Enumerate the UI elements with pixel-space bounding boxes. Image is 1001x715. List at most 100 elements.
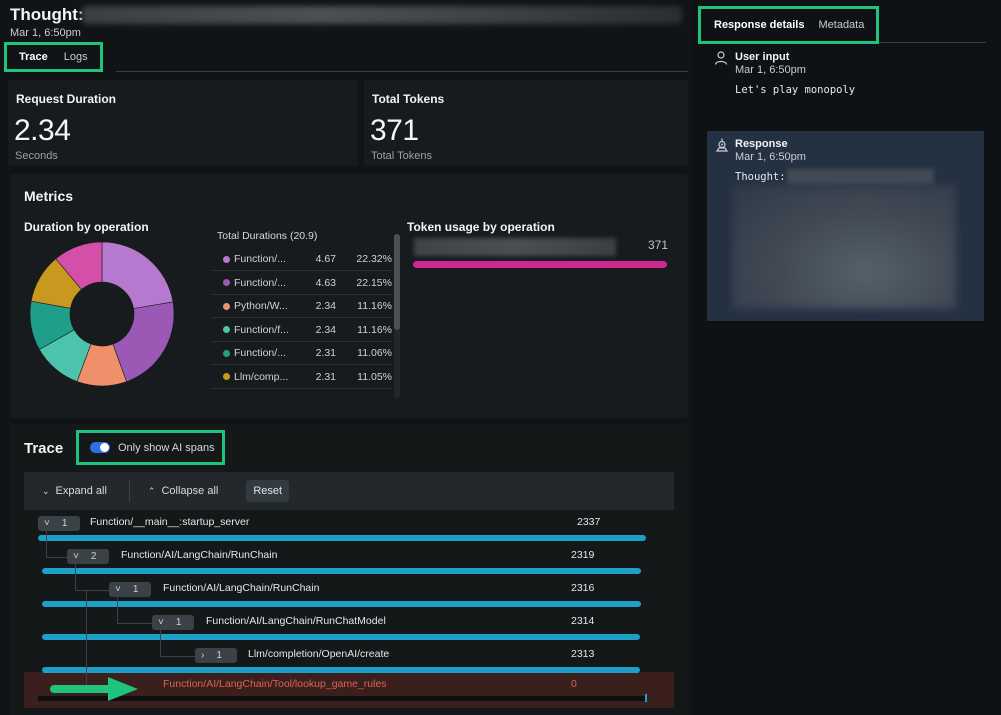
child-count: 1 [216, 650, 222, 661]
user-input-title: User input [735, 51, 790, 63]
legend-row[interactable]: Function/f... 2.34 11.16% [212, 319, 392, 342]
legend-name: Function/... [234, 253, 286, 265]
tree-connector [46, 531, 47, 557]
expand-all-label: Expand all [55, 485, 107, 497]
response-timestamp: Mar 1, 6:50pm [735, 151, 806, 163]
details-tabs: Response details Metadata [698, 6, 879, 44]
span-duration: 2314 [571, 615, 595, 627]
user-icon [714, 51, 728, 65]
span-duration-bar [38, 535, 646, 541]
span-name: Function/AI/LangChain/Tool/lookup_game_r… [163, 678, 387, 690]
legend-value: 2.31 [315, 347, 336, 359]
legend-row[interactable]: Python/W... 2.34 11.16% [212, 295, 392, 318]
legend-name: Function/... [234, 276, 286, 289]
span-duration: 2313 [571, 648, 595, 660]
page-title: Thought: [10, 5, 84, 24]
request-duration-card: Request Duration 2.34 Seconds [8, 80, 358, 166]
legend-name: Function/... [234, 347, 286, 359]
redacted-response-line [787, 169, 934, 185]
tab-metadata[interactable]: Metadata [818, 19, 864, 31]
trace-row[interactable]: ˅ 2 Function/AI/LangChain/RunChain 2319 [24, 547, 674, 580]
total-tokens-card: Total Tokens 371 Total Tokens [364, 80, 688, 166]
span-duration: 2316 [571, 582, 595, 594]
span-name: Function/AI/LangChain/RunChain [163, 582, 320, 594]
legend-value: 4.67 [315, 253, 336, 265]
chevron-icon: ˅ [115, 584, 121, 595]
tabs-divider [116, 71, 688, 72]
expand-toggle-button[interactable]: ˅ 1 [38, 516, 80, 531]
child-count: 2 [90, 551, 97, 562]
span-duration-bar [42, 667, 640, 673]
legend-scroll-thumb[interactable] [394, 234, 400, 330]
legend-name: Function/f... [234, 323, 289, 336]
trace-row[interactable]: ˅ 1 Function/AI/LangChain/RunChain 2316 [24, 580, 674, 613]
legend-row[interactable]: Function/... 4.63 22.15% [212, 272, 392, 295]
trace-row[interactable]: ˅ 1 Function/__main__:startup_server 2337 [24, 514, 674, 547]
legend-percent: 11.05% [357, 370, 392, 383]
legend-value: 2.34 [315, 323, 336, 336]
stat-unit: Total Tokens [371, 150, 432, 162]
tab-logs[interactable]: Logs [64, 51, 88, 63]
legend-color-dot [223, 373, 230, 380]
duration-donut-chart [29, 241, 175, 387]
trace-row[interactable]: ˅ 1 Function/AI/LangChain/RunChatModel 2314 [24, 613, 674, 646]
reset-button[interactable]: Reset [246, 480, 290, 502]
details-tabs-divider [879, 42, 986, 43]
legend-value: 2.34 [315, 300, 336, 312]
span-name: Function/AI/LangChain/RunChain [121, 549, 278, 561]
expand-toggle-button[interactable]: ˅ 1 [152, 615, 194, 630]
legend-name: Llm/comp... [234, 370, 289, 383]
redacted-response-body [732, 185, 956, 309]
legend-color-dot [223, 279, 230, 286]
duration-chart-title: Duration by operation [24, 220, 149, 234]
span-name: Function/__main__:startup_server [90, 516, 250, 528]
trace-row[interactable]: › 1 Llm/completion/OpenAI/create 2313 [24, 646, 674, 679]
arrow-right-icon [50, 677, 138, 701]
legend-color-dot [223, 349, 230, 357]
tree-connector [86, 590, 87, 690]
trace-toolbar: ⌄ Expand all ⌃ Collapse all Reset [24, 472, 674, 510]
donut-slice[interactable] [101, 241, 174, 309]
stat-label: Request Duration [16, 92, 117, 106]
ai-spans-toggle[interactable] [90, 442, 110, 453]
metrics-card: Metrics Duration by operation Total Dura… [10, 174, 688, 418]
span-name: Llm/completion/OpenAI/create [248, 648, 390, 660]
user-input-timestamp: Mar 1, 6:50pm [735, 64, 806, 76]
expand-toggle-button[interactable]: › 1 [195, 648, 237, 663]
chevron-down-icon: ⌄ [42, 485, 50, 496]
chevron-icon: ˅ [73, 551, 79, 562]
response-text: Thought: [735, 171, 786, 183]
legend-scrollbar[interactable] [394, 234, 400, 398]
expand-toggle-button[interactable]: ˅ 1 [109, 582, 151, 597]
metrics-title: Metrics [24, 188, 74, 204]
legend-row[interactable]: Function/... 4.67 22.32% [212, 248, 392, 271]
page-timestamp: Mar 1, 6:50pm [10, 27, 81, 39]
token-chart-title: Token usage by operation [407, 220, 555, 234]
legend-percent: 11.16% [357, 300, 392, 312]
legend-row[interactable]: Function/... 2.31 11.06% [212, 342, 392, 365]
stat-unit: Seconds [15, 150, 58, 162]
tab-trace[interactable]: Trace [19, 51, 48, 63]
legend-percent: 22.15% [356, 276, 392, 289]
span-duration-bar [42, 568, 642, 574]
legend-row[interactable]: Llm/comp... 2.31 11.05% [212, 366, 392, 389]
trace-panel: Thought: Mar 1, 6:50pm Trace Logs Reques… [0, 0, 692, 715]
legend-value: 2.31 [315, 370, 336, 383]
tree-connector [75, 590, 109, 591]
expand-all-button[interactable]: ⌄ Expand all [42, 485, 107, 497]
span-timeline-marker [645, 694, 647, 702]
child-count: 1 [61, 518, 68, 529]
duration-legend: Total Durations (20.9) Function/... 4.67 2… [212, 224, 402, 400]
chevron-icon: ˅ [44, 518, 50, 529]
tree-connector [117, 597, 118, 623]
tab-response-details[interactable]: Response details [714, 19, 804, 31]
legend-color-dot [223, 302, 230, 310]
user-input-text: Let's play monopoly [735, 84, 856, 96]
tree-connector [75, 564, 76, 590]
collapse-all-button[interactable]: ⌃ Collapse all [148, 485, 218, 497]
expand-toggle-button[interactable]: ˅ 2 [67, 549, 109, 564]
tree-connector [117, 623, 152, 624]
token-usage-bar [413, 261, 667, 268]
stat-value: 2.34 [14, 114, 71, 147]
stat-value: 371 [370, 114, 419, 147]
